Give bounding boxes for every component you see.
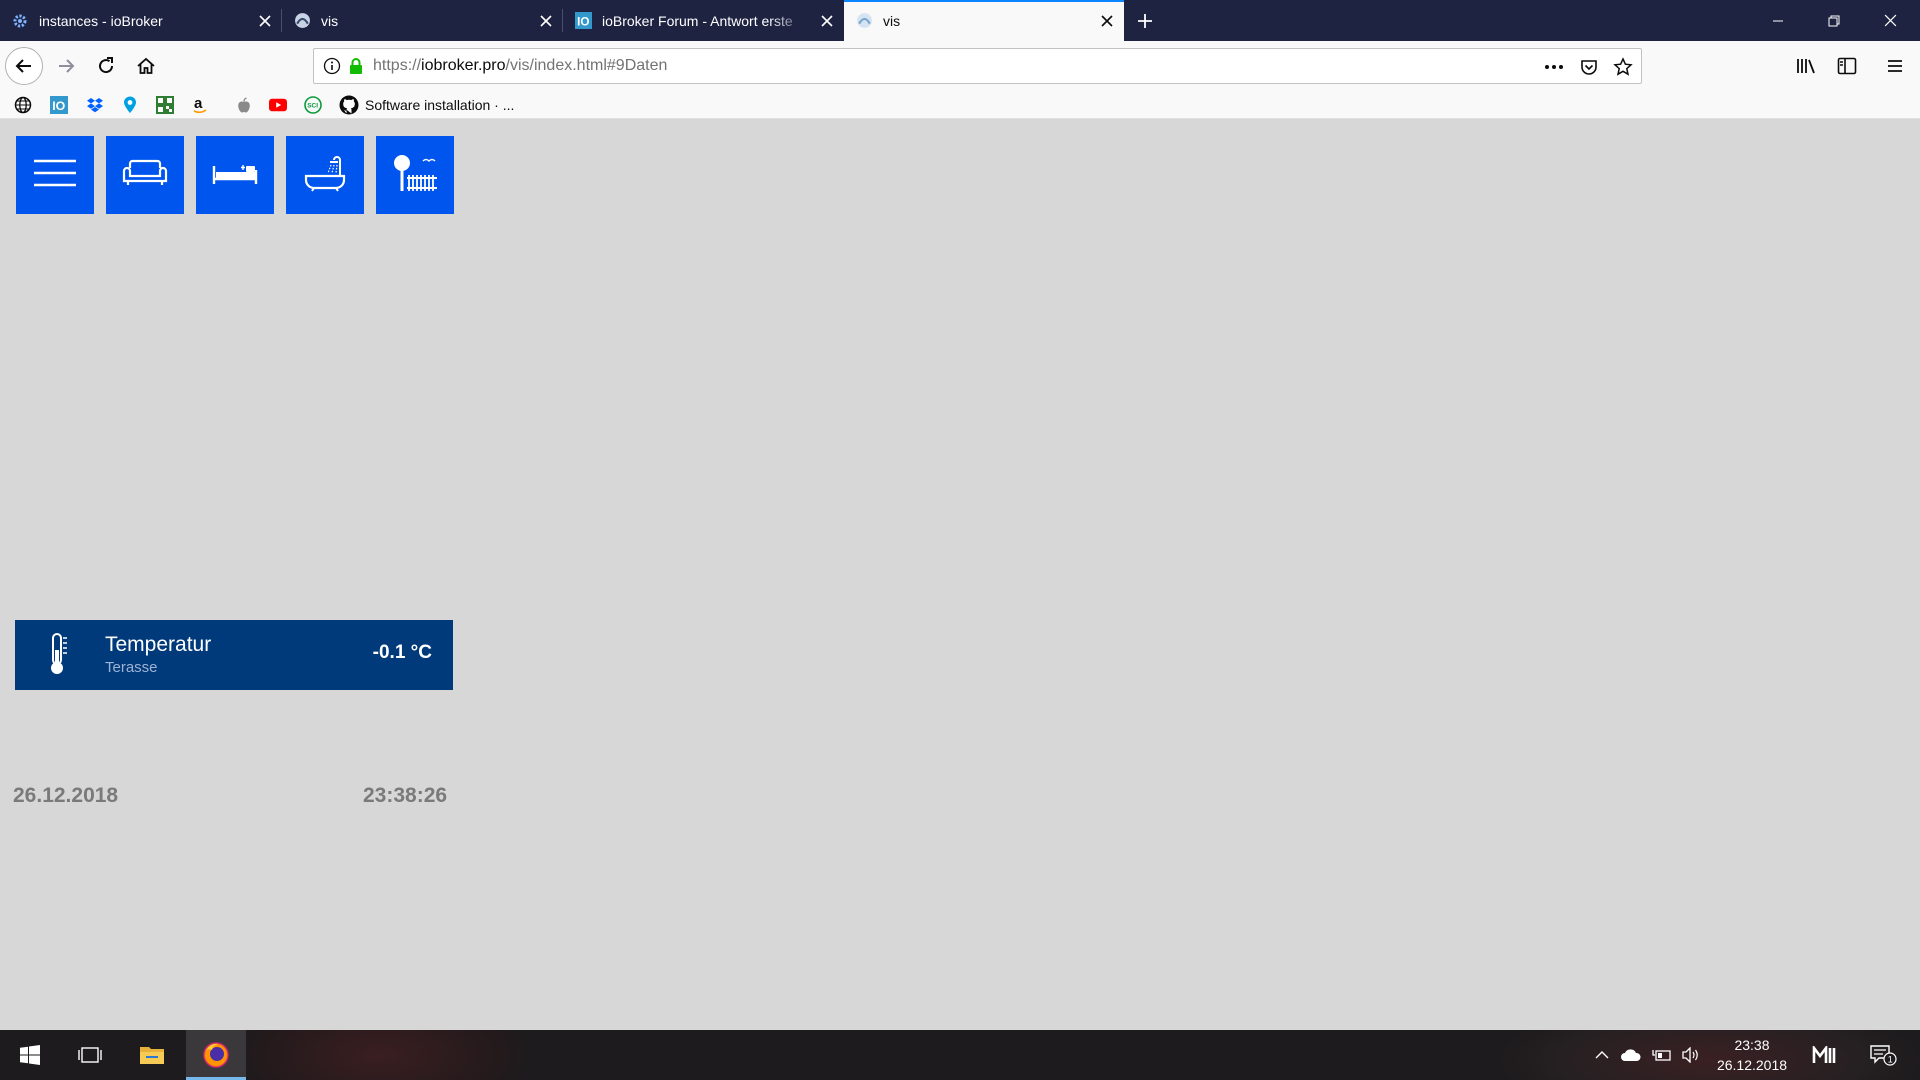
garden-tile[interactable] xyxy=(376,136,454,214)
temperature-value: -0.1 °C xyxy=(372,642,432,663)
date-display: 26.12.2018 xyxy=(13,784,119,807)
qr-code-icon[interactable] xyxy=(156,96,174,114)
tab-vis-1[interactable]: vis xyxy=(282,0,563,41)
navigation-toolbar: https://iobroker.pro/vis/index.html#9Dat… xyxy=(0,41,1920,91)
sofa-icon xyxy=(122,159,168,192)
tab-strip: instances - ioBroker vis IO ioBroker For… xyxy=(0,0,1920,41)
clock-date: 26.12.2018 xyxy=(1716,1057,1788,1073)
bookmarks-toolbar: IO a SCI Software installation · ... xyxy=(0,91,1920,119)
close-tab-icon[interactable] xyxy=(810,0,844,41)
iobroker-bookmark-icon[interactable]: IO xyxy=(50,96,68,114)
show-hidden-icons[interactable] xyxy=(1591,1045,1613,1065)
page-actions-icon[interactable] xyxy=(1544,57,1564,77)
dropbox-icon[interactable] xyxy=(86,96,104,114)
tab-title: ioBroker Forum - Antwort erste xyxy=(602,12,793,29)
bookmark-label: Software installation · ... xyxy=(365,97,515,113)
close-tab-icon[interactable] xyxy=(1090,0,1124,41)
youtube-icon[interactable] xyxy=(269,96,287,114)
living-room-tile[interactable] xyxy=(106,136,184,214)
bathroom-tile[interactable] xyxy=(286,136,364,214)
taskbar: 23:38 26.12.2018 1 xyxy=(0,1030,1920,1080)
gear-icon xyxy=(11,12,29,30)
forward-button[interactable] xyxy=(48,48,84,84)
restore-button[interactable] xyxy=(1806,0,1862,41)
reload-button[interactable] xyxy=(88,48,124,84)
close-tab-icon[interactable] xyxy=(529,0,563,41)
iobroker-icon: IO xyxy=(574,12,592,30)
hamburger-menu-icon[interactable] xyxy=(1877,48,1913,84)
notification-count: 1 xyxy=(1888,1055,1893,1065)
svg-text:SCI: SCI xyxy=(307,103,318,110)
thermometer-icon xyxy=(45,632,71,676)
app-m-icon[interactable] xyxy=(1811,1045,1839,1065)
tab-title: vis xyxy=(883,12,901,29)
sci-icon[interactable]: SCI xyxy=(304,96,322,114)
vis-icon xyxy=(855,12,873,30)
library-icon[interactable] xyxy=(1789,48,1825,84)
tab-vis-active[interactable]: vis xyxy=(844,0,1124,41)
menu-icon xyxy=(33,159,77,192)
tab-title: vis xyxy=(321,12,339,29)
battery-icon[interactable] xyxy=(1651,1045,1673,1065)
sidebar-icon[interactable] xyxy=(1829,48,1865,84)
svg-text:IO: IO xyxy=(52,99,65,113)
home-button[interactable] xyxy=(128,48,164,84)
url-text: https://iobroker.pro/vis/index.html#9Dat… xyxy=(373,57,668,74)
time-display: 23:38:26 xyxy=(363,784,448,807)
map-pin-icon[interactable] xyxy=(121,96,139,114)
windows-start-icon[interactable] xyxy=(6,1030,54,1080)
vis-icon xyxy=(293,12,311,30)
volume-icon[interactable] xyxy=(1680,1045,1702,1065)
garden-icon xyxy=(391,153,439,198)
widget-subtitle: Terasse xyxy=(105,659,158,676)
pocket-icon[interactable] xyxy=(1579,57,1599,77)
temperature-widget[interactable]: Temperatur Terasse -0.1 °C xyxy=(15,620,453,690)
menu-tile[interactable] xyxy=(16,136,94,214)
globe-icon[interactable] xyxy=(14,96,32,114)
task-view-icon[interactable] xyxy=(66,1030,114,1080)
minimize-button[interactable] xyxy=(1750,0,1806,41)
tab-title: instances - ioBroker xyxy=(39,12,163,29)
apple-icon[interactable] xyxy=(235,96,253,114)
close-window-button[interactable] xyxy=(1862,0,1918,41)
bookmark-software-installation[interactable]: Software installation · ... xyxy=(339,95,514,115)
bed-icon xyxy=(212,160,258,191)
back-button[interactable] xyxy=(5,47,43,85)
tab-iobroker-forum[interactable]: IO ioBroker Forum - Antwort erste xyxy=(563,0,844,41)
svg-text:IO: IO xyxy=(577,15,589,28)
lock-icon[interactable] xyxy=(349,57,365,75)
new-tab-button[interactable] xyxy=(1125,0,1165,41)
github-icon xyxy=(339,95,359,115)
amazon-icon[interactable]: a xyxy=(191,96,209,114)
bedroom-tile[interactable] xyxy=(196,136,274,214)
bookmark-star-icon[interactable] xyxy=(1613,57,1633,77)
clock-time: 23:38 xyxy=(1734,1037,1770,1053)
url-bar[interactable]: https://iobroker.pro/vis/index.html#9Dat… xyxy=(313,48,1642,84)
widget-title: Temperatur xyxy=(105,633,212,656)
onedrive-icon[interactable] xyxy=(1620,1045,1642,1065)
tab-instances[interactable]: instances - ioBroker xyxy=(0,0,282,41)
bathtub-icon xyxy=(302,154,348,197)
notifications-icon[interactable]: 1 xyxy=(1868,1045,1898,1066)
file-explorer-icon[interactable] xyxy=(128,1030,176,1080)
svg-text:a: a xyxy=(194,96,203,112)
info-icon[interactable] xyxy=(323,57,343,75)
system-clock[interactable]: 23:38 26.12.2018 xyxy=(1706,1035,1798,1075)
firefox-taskbar-icon[interactable] xyxy=(186,1030,246,1080)
close-tab-icon[interactable] xyxy=(248,0,282,41)
